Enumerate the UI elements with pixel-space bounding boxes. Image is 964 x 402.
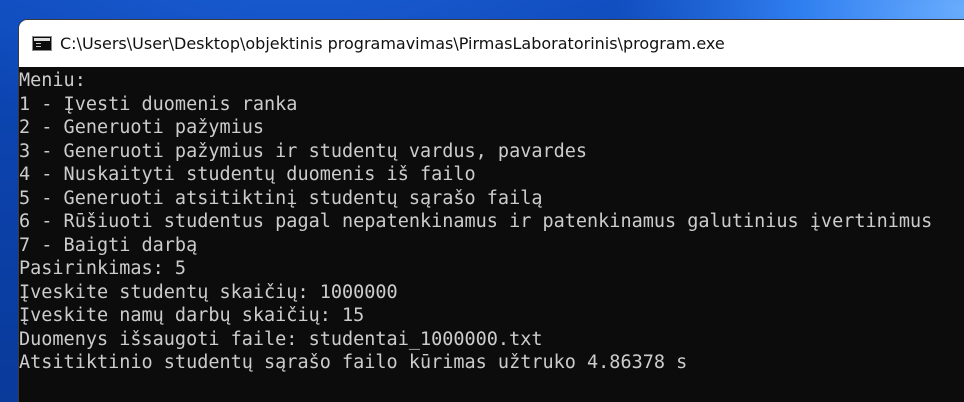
console-line-option-7: 7 - Baigti darbą	[19, 234, 198, 256]
console-line-option-2: 2 - Generuoti pažymius	[19, 117, 265, 138]
console-line-option-3: 3 - Generuoti pažymius ir studentų vardu…	[19, 140, 588, 162]
console-lines: Meniu: 1 - Įvesti duomenis ranka 2 - Gen…	[19, 69, 932, 375]
console-app-icon[interactable]	[32, 36, 52, 51]
console-line-choice: Pasirinkimas: 5	[19, 258, 187, 279]
console-line-option-5: 5 - Generuoti atsitiktinį studentų sąraš…	[19, 187, 543, 209]
console-output[interactable]: Meniu: 1 - Įvesti duomenis ranka 2 - Gen…	[19, 67, 964, 402]
console-line-student-count: Įveskite studentų skaičių: 1000000	[19, 281, 398, 303]
console-line-option-6: 6 - Rūšiuoti studentus pagal nepatenkina…	[19, 211, 933, 232]
window-title: C:\Users\User\Desktop\objektinis program…	[60, 34, 725, 53]
console-line-homework-count: Įveskite namų darbų skaičių: 15	[19, 305, 365, 326]
console-line-option-1: 1 - Įvesti duomenis ranka	[19, 93, 298, 115]
console-line-elapsed-time: Atsitiktinio studentų sąrašo failo kūrim…	[19, 352, 688, 373]
console-line-menu-header: Meniu:	[19, 70, 86, 91]
console-line-saved-file: Duomenys išsaugoti faile: studentai_1000…	[19, 328, 543, 350]
console-window[interactable]: C:\Users\User\Desktop\objektinis program…	[19, 20, 964, 402]
title-bar[interactable]: C:\Users\User\Desktop\objektinis program…	[19, 20, 964, 67]
console-line-option-4: 4 - Nuskaityti studentų duomenis iš fail…	[19, 164, 476, 185]
